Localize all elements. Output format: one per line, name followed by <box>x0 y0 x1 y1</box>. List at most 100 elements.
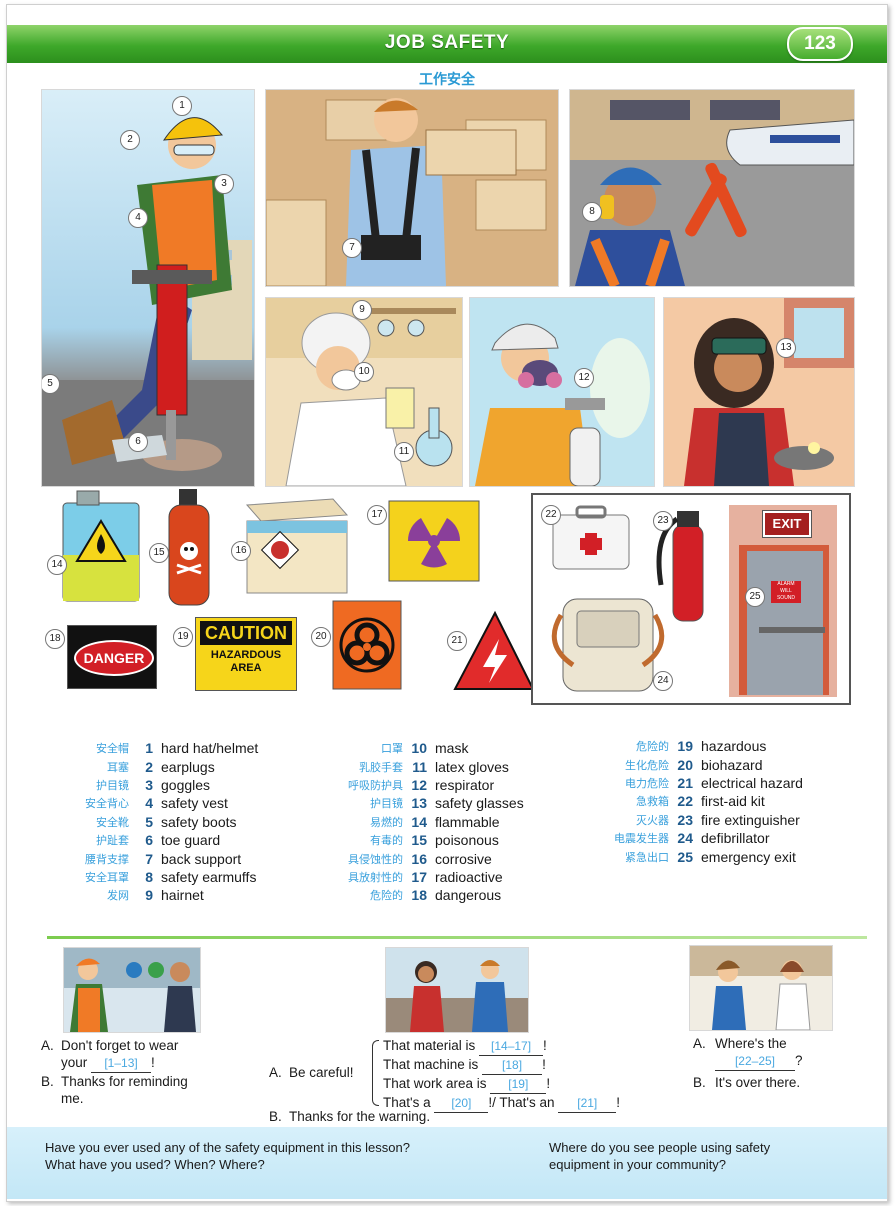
vocab-item: 乳胶手套 11 latex gloves <box>359 758 509 775</box>
callout-4: 4 <box>128 208 148 228</box>
callout-8: 8 <box>582 202 602 222</box>
vocab-item: 紧急出口 25 emergency exit <box>625 848 796 865</box>
conversation-2-line-a: A. Be careful! <box>269 1065 354 1080</box>
blank-21[interactable]: [21] <box>558 1095 617 1113</box>
callout-16: 16 <box>231 541 251 561</box>
warehouse-worker-illustration <box>266 90 558 286</box>
construction-worker-illustration <box>42 117 254 486</box>
blank-20[interactable]: [20] <box>434 1095 489 1113</box>
vocab-item: 安全靴 5 safety boots <box>96 813 237 830</box>
electrical-hazard-sign: 21 <box>445 609 537 693</box>
caution-sign: 19 CAUTION HAZARDOUS AREA <box>171 613 301 693</box>
vocab-item: 有毒的 15 poisonous <box>370 832 499 849</box>
exit-sign: EXIT <box>762 510 812 538</box>
caution-sign-plate: CAUTION HAZARDOUS AREA <box>195 617 297 691</box>
conversation-1-line-a2: your [1–13]! <box>41 1054 251 1073</box>
discussion-question-right: Where do you see people using safety equ… <box>549 1140 771 1172</box>
conversation-3-line-a2: [22–25]? <box>693 1052 873 1071</box>
vocab-item: 安全耳罩 8 safety earmuffs <box>85 868 257 885</box>
conversation-1: A. Don't forget to wear your [1–13]! B. Th… <box>41 1037 251 1107</box>
vocab-item: 生化危险 20 biohazard <box>625 756 763 773</box>
section-divider <box>47 936 867 939</box>
title-banner: JOB SAFETY <box>7 25 887 63</box>
vocab-item: 护目镜 13 safety glasses <box>370 795 524 812</box>
blank-19[interactable]: [19] <box>490 1076 547 1094</box>
blank-22-25[interactable]: [22–25] <box>715 1053 795 1071</box>
vocab-item: 易燃的 14 flammable <box>370 813 500 830</box>
scene-warehouse-worker: 7 <box>265 89 559 287</box>
vocab-item: 耳塞 2 earplugs <box>107 758 215 775</box>
page-number: 123 <box>787 27 853 61</box>
vocab-item: 具侵蚀性的 16 corrosive <box>348 850 492 867</box>
callout-13: 13 <box>776 338 796 358</box>
vocab-item: 灭火器 23 fire extinguisher <box>636 811 800 828</box>
danger-label: DANGER <box>74 640 154 676</box>
radioactive-sign: 17 <box>365 499 483 583</box>
callout-6: 6 <box>128 432 148 452</box>
corrosive-box: 16 <box>227 493 351 597</box>
flammable-can: 14 <box>47 489 145 605</box>
vocab-item: 口罩 10 mask <box>381 740 469 757</box>
callout-12: 12 <box>574 368 594 388</box>
discussion-footer: Have you ever used any of the safety equ… <box>7 1127 887 1199</box>
emergency-equipment-panel: EXIT ALARM WILL SOUND 22 23 25 24 <box>531 493 851 705</box>
poison-bottle: 15 <box>149 489 217 607</box>
scene-construction-worker: 1 2 3 4 5 6 <box>41 89 255 487</box>
callout-24: 24 <box>653 671 673 691</box>
callout-18: 18 <box>45 629 65 649</box>
callout-25: 25 <box>745 587 765 607</box>
vocab-item: 发网 9 hairnet <box>107 887 204 904</box>
callout-19: 19 <box>173 627 193 647</box>
danger-sign: 18 DANGER <box>41 621 159 691</box>
danger-sign-plate: DANGER <box>67 625 157 689</box>
callout-9: 9 <box>352 300 372 320</box>
vocab-item: 安全背心 4 safety vest <box>85 795 228 812</box>
callout-10: 10 <box>354 362 374 382</box>
lab-worker-illustration <box>266 298 462 486</box>
conversation-2-options: That material is [14–17]! That machine i… <box>383 1037 620 1113</box>
vocab-item: 危险的 18 dangerous <box>370 887 502 904</box>
conversation-1-line-b2: me. <box>61 1091 84 1106</box>
vocab-item: 具放射性的 17 radioactive <box>348 868 503 885</box>
discussion-question-left: Have you ever used any of the safety equ… <box>45 1140 410 1172</box>
conversation-2-line-b: B. Thanks for the warning. <box>269 1109 431 1124</box>
callout-23: 23 <box>653 511 673 531</box>
caution-label: CAUTION <box>200 621 292 645</box>
vocab-item: 电震发生器 24 defibrillator <box>614 830 770 847</box>
conversation-3-picture <box>689 945 833 1031</box>
callout-3: 3 <box>214 174 234 194</box>
vocab-item: 危险的 19 hazardous <box>636 738 767 755</box>
vocab-item: 护目镜 3 goggles <box>96 776 211 793</box>
vocab-item: 腰背支撑 7 back support <box>85 850 242 867</box>
vocab-column-3: 危险的 19 hazardous 生化危险 20 biohazard 电力危险 21 ele… <box>577 737 803 866</box>
conversation-2-picture <box>385 947 529 1033</box>
page-subtitle-cn: 工作安全 <box>419 71 475 87</box>
blank-14-17[interactable]: [14–17] <box>479 1038 544 1056</box>
alarm-notice: ALARM WILL SOUND <box>776 581 796 601</box>
scene-lab-worker: 9 10 11 <box>265 297 463 487</box>
conversation-1-line-b: B. Thanks for reminding <box>41 1074 188 1089</box>
callout-22: 22 <box>541 505 561 525</box>
welder-illustration <box>684 298 854 486</box>
callout-11: 11 <box>394 442 414 462</box>
conversation-2-brace <box>372 1040 379 1106</box>
callout-2: 2 <box>120 130 140 150</box>
scene-welder: 13 <box>663 297 855 487</box>
airport-worker-illustration <box>570 90 854 286</box>
callout-5: 5 <box>42 374 60 394</box>
blank-1-13[interactable]: [1–13] <box>91 1055 152 1073</box>
scene-painter: 12 <box>469 297 655 487</box>
vocab-column-1: 安全帽 1 hard hat/helmet 耳塞 2 earplugs 护目镜 3 gogg… <box>41 739 258 905</box>
conversation-3-line-a: A. Where's the <box>693 1036 787 1051</box>
callout-15: 15 <box>149 543 169 563</box>
callout-17: 17 <box>367 505 387 525</box>
conversation-3: A. Where's the [22–25]? B. It's over there… <box>693 1035 873 1091</box>
vocab-item: 呼吸防护具 12 respirator <box>348 776 495 793</box>
callout-1: 1 <box>172 96 192 116</box>
blank-18[interactable]: [18] <box>482 1057 543 1075</box>
painter-illustration <box>475 323 650 486</box>
hazardous-area-label: HAZARDOUS AREA <box>210 649 282 674</box>
vocab-item: 电力危险 21 electrical hazard <box>625 774 803 791</box>
conversation-1-picture <box>63 947 201 1033</box>
scene-airport-worker: 8 <box>569 89 855 287</box>
